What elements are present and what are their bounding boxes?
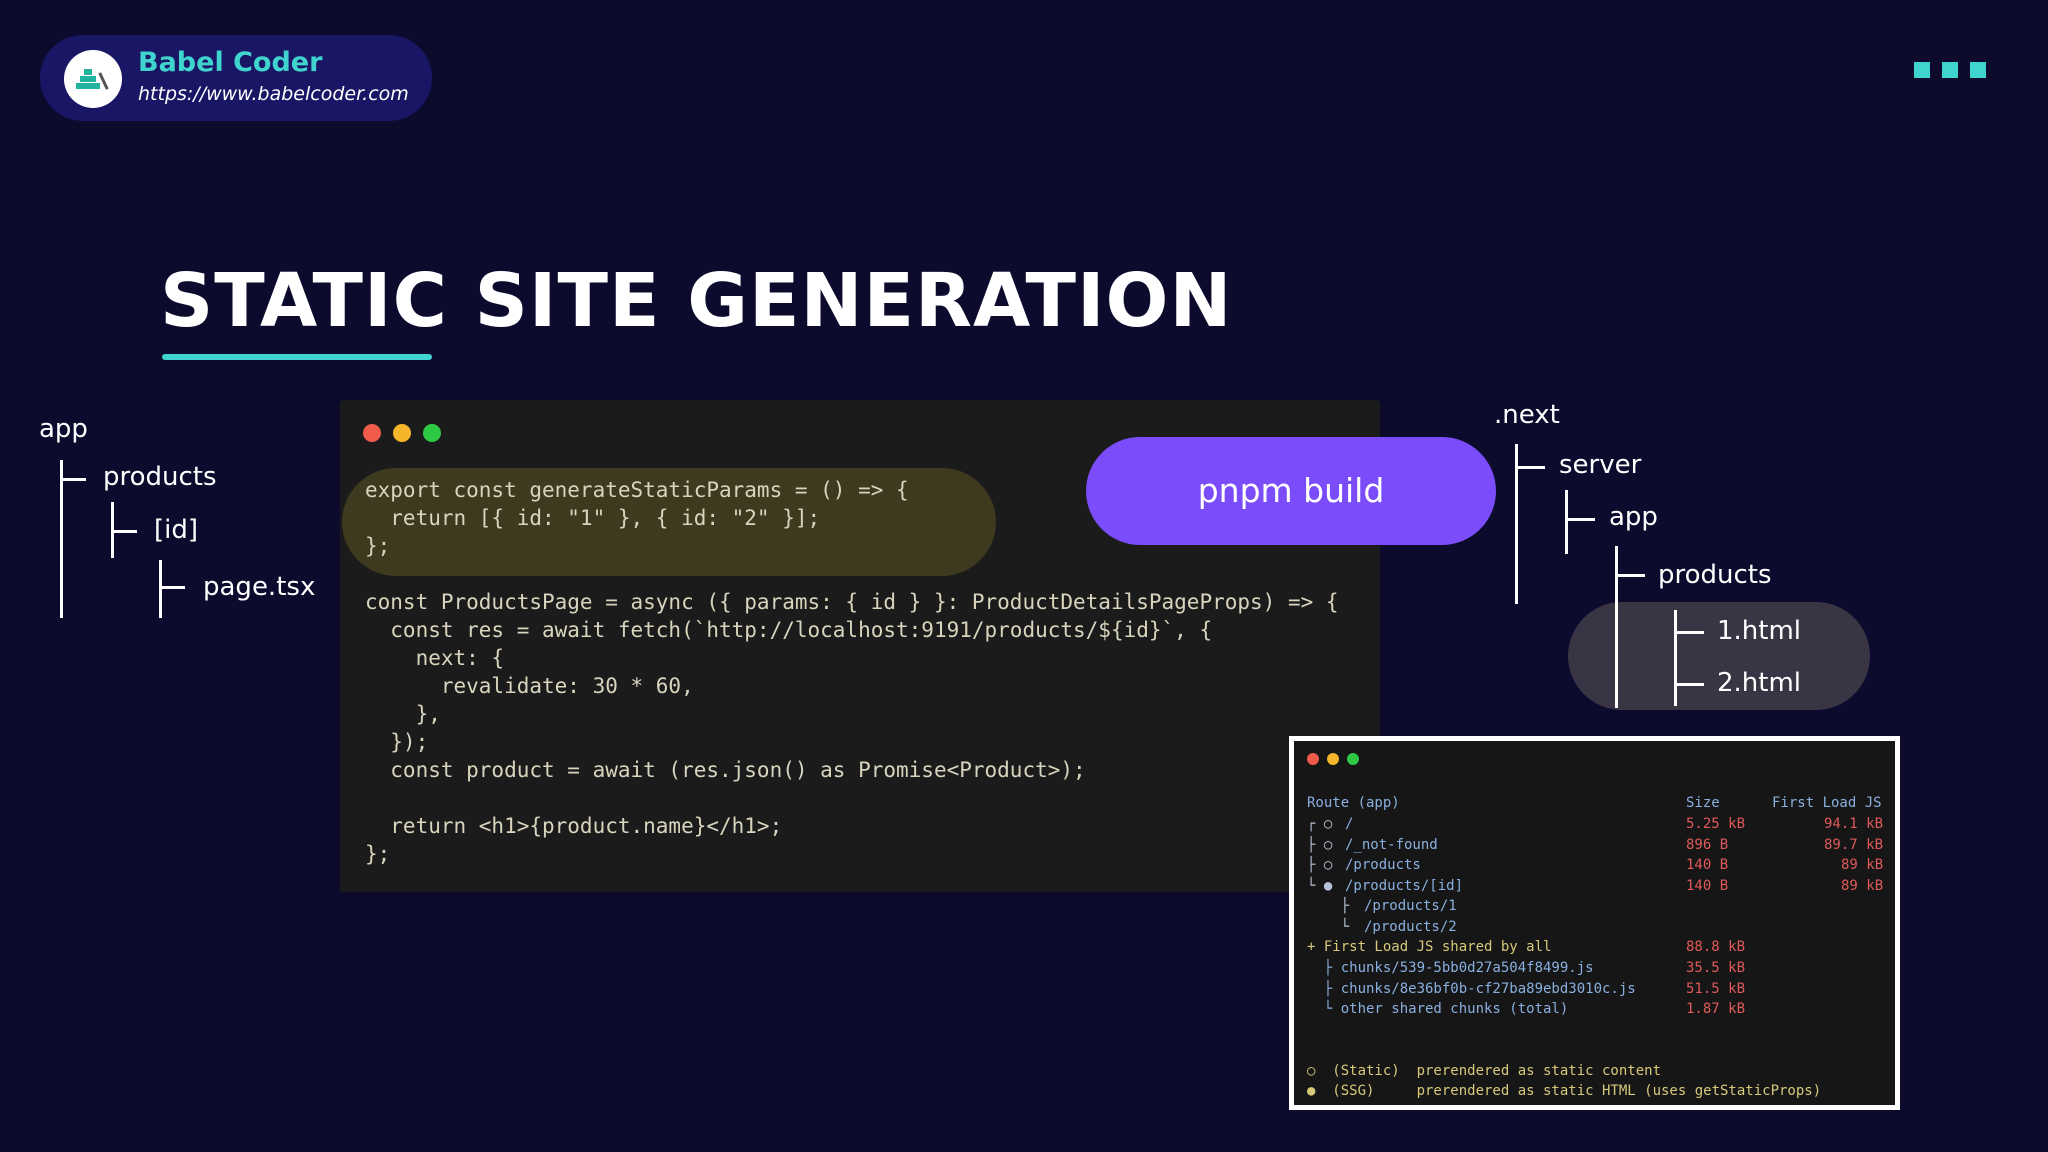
tree-line	[1515, 466, 1545, 469]
terminal-header-route: Route (app)	[1307, 795, 1400, 811]
chunk-size: 1.87 kB	[1686, 1001, 1746, 1017]
tree-products: products	[103, 462, 217, 492]
row-route: /products/[id]	[1345, 878, 1464, 894]
chunk-name: └ other shared chunks (total)	[1307, 1001, 1569, 1017]
row-prefix: ├	[1307, 898, 1358, 914]
row-prefix: └ ●	[1307, 878, 1341, 894]
tree-app: app	[1609, 502, 1658, 532]
page-title: STATIC SITE GENERATION	[160, 258, 1233, 344]
babel-coder-logo-icon	[64, 50, 122, 108]
row-route: /_not-found	[1345, 837, 1438, 853]
tree-line	[1565, 490, 1568, 554]
dots-menu-icon	[1914, 62, 1990, 78]
code-line: });	[365, 730, 429, 754]
row-load: 89 kB	[1841, 878, 1884, 894]
code-line: const ProductsPage = async ({ params: { …	[365, 590, 1339, 614]
row-load: 94.1 kB	[1824, 816, 1884, 832]
row-prefix: ├ ○	[1307, 857, 1341, 873]
chunk-name: ├ chunks/539-5bb0d27a504f8499.js	[1307, 960, 1594, 976]
window-close-dot-icon	[1307, 753, 1319, 765]
tree-app: app	[39, 414, 88, 444]
code-line: revalidate: 30 * 60,	[365, 674, 694, 698]
terminal-header-size: Size	[1686, 795, 1720, 811]
tree-2-html: 2.html	[1717, 668, 1802, 698]
brand-name: Babel Coder	[138, 47, 323, 78]
window-close-dot-icon	[363, 424, 381, 442]
row-size: 140 B	[1686, 857, 1729, 873]
row-route: /products/2	[1364, 919, 1457, 935]
code-line: };	[365, 842, 391, 866]
window-maximize-dot-icon	[1347, 753, 1359, 765]
tree-server: server	[1559, 450, 1642, 480]
code-line: return [{ id: "1" }, { id: "2" }];	[365, 506, 821, 530]
tree-line	[1674, 631, 1704, 634]
code-line: const product = await (res.json() as Pro…	[365, 758, 1086, 782]
window-minimize-dot-icon	[393, 424, 411, 442]
terminal-header-first-load: First Load JS	[1772, 795, 1882, 811]
row-load: 89.7 kB	[1824, 837, 1884, 853]
tree-line	[1674, 683, 1704, 686]
title-underline	[162, 354, 432, 360]
tree-line	[60, 478, 86, 481]
code-line: export const generateStaticParams = () =…	[365, 478, 909, 502]
tree-line	[159, 560, 162, 618]
legend-static: ○ (Static) prerendered as static content	[1307, 1063, 1662, 1079]
tree-page-tsx: page.tsx	[203, 572, 316, 602]
code-line: };	[365, 534, 391, 558]
code-line: },	[365, 702, 441, 726]
tree-line	[1674, 610, 1677, 706]
code-line: return <h1>{product.name}</h1>;	[365, 814, 783, 838]
tree-next: .next	[1494, 400, 1560, 430]
tree-id: [id]	[154, 515, 199, 545]
row-prefix: ┌ ○	[1307, 816, 1341, 832]
build-output-terminal: Route (app) Size First Load JS ┌ ○ / 5.2…	[1289, 736, 1900, 1110]
chunk-name: ├ chunks/8e36bf0b-cf27ba89ebd3010c.js	[1307, 981, 1636, 997]
tree-line	[159, 586, 185, 589]
row-prefix: └	[1307, 919, 1358, 935]
row-prefix: ├ ○	[1307, 837, 1341, 853]
tree-line	[1615, 574, 1645, 577]
row-route: /products	[1345, 857, 1421, 873]
row-load: 89 kB	[1841, 857, 1884, 873]
code-line: const res = await fetch(`http://localhos…	[365, 618, 1213, 642]
tree-line	[60, 460, 63, 618]
chunk-size: 35.5 kB	[1686, 960, 1746, 976]
window-minimize-dot-icon	[1327, 753, 1339, 765]
brand-url: https://www.babelcoder.com	[138, 83, 409, 105]
pnpm-build-button[interactable]: pnpm build	[1086, 437, 1496, 545]
tree-products: products	[1658, 560, 1772, 590]
tree-line	[1565, 518, 1595, 521]
row-size: 140 B	[1686, 878, 1729, 894]
tree-line	[111, 530, 137, 533]
tree-line	[1615, 546, 1618, 708]
row-route: /products/1	[1364, 898, 1457, 914]
tree-1-html: 1.html	[1717, 616, 1802, 646]
legend-ssg: ● (SSG) prerendered as static HTML (uses…	[1307, 1083, 1822, 1099]
chunk-size: 51.5 kB	[1686, 981, 1746, 997]
brand-badge: Babel Coder https://www.babelcoder.com	[40, 35, 432, 121]
shared-label: + First Load JS shared by all	[1307, 939, 1552, 955]
code-line: next: {	[365, 646, 505, 670]
shared-size: 88.8 kB	[1686, 939, 1746, 955]
row-size: 5.25 kB	[1686, 816, 1746, 832]
row-size: 896 B	[1686, 837, 1729, 853]
window-maximize-dot-icon	[423, 424, 441, 442]
row-route: /	[1345, 816, 1354, 832]
